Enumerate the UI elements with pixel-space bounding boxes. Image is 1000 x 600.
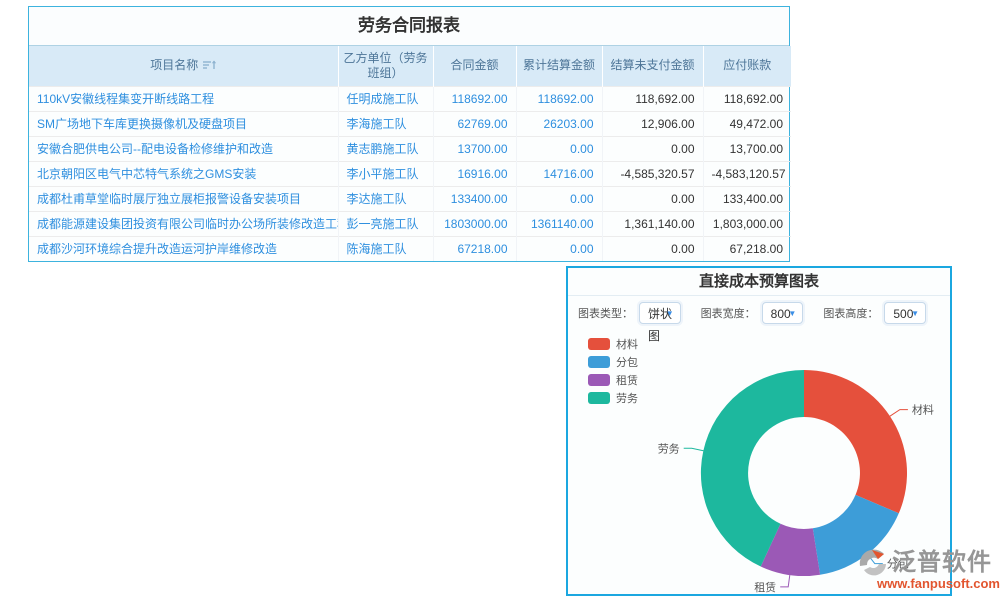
- page: 劳务合同报表 项目名称乙方单位（劳务班组）合同金额累计结算金额结算未支付金额应付…: [0, 0, 1000, 600]
- payable-amount: 49,472.00: [703, 111, 791, 136]
- unpaid-amount: 0.00: [602, 136, 703, 161]
- unpaid-amount: 0.00: [602, 236, 703, 261]
- project-name-link[interactable]: SM广场地下车库更换摄像机及硬盘项目: [29, 111, 338, 136]
- report-title: 劳务合同报表: [29, 7, 789, 46]
- contract-amount: 118692.00: [433, 86, 516, 111]
- legend-item-劳务[interactable]: 劳务: [588, 391, 638, 404]
- payable-amount: 118,692.00: [703, 86, 791, 111]
- project-name-link[interactable]: 北京朝阳区电气中芯特气系统之GMS安装: [29, 161, 338, 186]
- column-header: 项目名称: [29, 46, 338, 86]
- table-row: 北京朝阳区电气中芯特气系统之GMS安装李小平施工队16916.0014716.0…: [29, 161, 791, 186]
- watermark: 泛普软件 www.fanpusoft.com: [858, 546, 1000, 591]
- legend-label: 租赁: [616, 372, 638, 388]
- table-row: 成都沙河环境综合提升改造运河护岸维修改造陈海施工队67218.000.000.0…: [29, 236, 791, 261]
- payable-amount: 1,803,000.00: [703, 211, 791, 236]
- project-name-link[interactable]: 成都沙河环境综合提升改造运河护岸维修改造: [29, 236, 338, 261]
- payable-amount: 67,218.00: [703, 236, 791, 261]
- team-link[interactable]: 彭一亮施工队: [338, 211, 433, 236]
- pie-segment-材料[interactable]: [804, 370, 907, 513]
- sort-icon[interactable]: [203, 60, 216, 70]
- legend-item-租赁[interactable]: 租赁: [588, 373, 638, 386]
- table-row: 成都杜甫草堂临时展厅独立展柜报警设备安装项目李达施工队133400.000.00…: [29, 186, 791, 211]
- table-row: 110kV安徽线程集变开断线路工程任明成施工队118692.00118692.0…: [29, 86, 791, 111]
- control-label: 图表高度：: [823, 305, 878, 321]
- control-label: 图表类型：: [578, 305, 633, 321]
- control-label: 图表宽度：: [701, 305, 756, 321]
- legend-swatch: [588, 374, 610, 386]
- labor-contract-report-panel: 劳务合同报表 项目名称乙方单位（劳务班组）合同金额累计结算金额结算未支付金额应付…: [28, 6, 790, 262]
- label-connector: [780, 575, 790, 587]
- column-header: 结算未支付金额: [602, 46, 703, 86]
- legend-item-分包[interactable]: 分包: [588, 355, 638, 368]
- report-header-row: 项目名称乙方单位（劳务班组）合同金额累计结算金额结算未支付金额应付账款: [29, 46, 791, 86]
- chevron-down-icon: ▼: [666, 303, 674, 325]
- unpaid-amount: 118,692.00: [602, 86, 703, 111]
- settled-amount: 0.00: [516, 186, 602, 211]
- legend-label: 劳务: [616, 390, 638, 406]
- chevron-down-icon: ▼: [911, 303, 919, 325]
- column-header: 乙方单位（劳务班组）: [338, 46, 433, 86]
- chart-legend: 材料分包租赁劳务: [588, 337, 638, 409]
- unpaid-amount: 12,906.00: [602, 111, 703, 136]
- payable-amount: 133,400.00: [703, 186, 791, 211]
- contract-amount: 16916.00: [433, 161, 516, 186]
- unpaid-amount: -4,585,320.57: [602, 161, 703, 186]
- column-header: 应付账款: [703, 46, 791, 86]
- chevron-down-icon: ▼: [788, 303, 796, 325]
- unpaid-amount: 0.00: [602, 186, 703, 211]
- contract-amount: 62769.00: [433, 111, 516, 136]
- team-link[interactable]: 陈海施工队: [338, 236, 433, 261]
- watermark-name: 泛普软件: [892, 550, 992, 576]
- team-link[interactable]: 李小平施工队: [338, 161, 433, 186]
- project-name-link[interactable]: 110kV安徽线程集变开断线路工程: [29, 86, 338, 111]
- chart-height-select[interactable]: 500▼: [884, 302, 926, 324]
- segment-label: 材料: [912, 403, 934, 417]
- settled-amount: 1361140.00: [516, 211, 602, 236]
- column-header: 累计结算金额: [516, 46, 602, 86]
- legend-item-材料[interactable]: 材料: [588, 337, 638, 350]
- legend-swatch: [588, 356, 610, 368]
- team-link[interactable]: 李达施工队: [338, 186, 433, 211]
- chart-type-select[interactable]: 饼状图▼: [639, 302, 681, 324]
- report-table: 项目名称乙方单位（劳务班组）合同金额累计结算金额结算未支付金额应付账款 110k…: [29, 46, 791, 261]
- chart-controls: 图表类型： 饼状图▼ 图表宽度： 800▼ 图表高度： 500▼: [568, 296, 950, 329]
- legend-swatch: [588, 338, 610, 350]
- unpaid-amount: 1,361,140.00: [602, 211, 703, 236]
- legend-swatch: [588, 392, 610, 404]
- label-connector: [684, 448, 704, 451]
- table-row: 成都能源建设集团投资有限公司临时办公场所装修改造工程EPC彭一亮施工队18030…: [29, 211, 791, 236]
- contract-amount: 1803000.00: [433, 211, 516, 236]
- project-name-link[interactable]: 成都杜甫草堂临时展厅独立展柜报警设备安装项目: [29, 186, 338, 211]
- segment-label: 租赁: [754, 580, 776, 594]
- project-name-link[interactable]: 安徽合肥供电公司--配电设备检修维护和改造: [29, 136, 338, 161]
- settled-amount: 0.00: [516, 236, 602, 261]
- chart-width-select[interactable]: 800▼: [762, 302, 804, 324]
- settled-amount: 26203.00: [516, 111, 602, 136]
- settled-amount: 14716.00: [516, 161, 602, 186]
- contract-amount: 13700.00: [433, 136, 516, 161]
- legend-label: 分包: [616, 354, 638, 370]
- team-link[interactable]: 任明成施工队: [338, 86, 433, 111]
- team-link[interactable]: 李海施工队: [338, 111, 433, 136]
- team-link[interactable]: 黄志鹏施工队: [338, 136, 433, 161]
- label-connector: [890, 410, 908, 417]
- payable-amount: 13,700.00: [703, 136, 791, 161]
- column-header: 合同金额: [433, 46, 516, 86]
- project-name-link[interactable]: 成都能源建设集团投资有限公司临时办公场所装修改造工程EPC: [29, 211, 338, 236]
- settled-amount: 118692.00: [516, 86, 602, 111]
- table-row: SM广场地下车库更换摄像机及硬盘项目李海施工队62769.0026203.001…: [29, 111, 791, 136]
- table-row: 安徽合肥供电公司--配电设备检修维护和改造黄志鹏施工队13700.000.000…: [29, 136, 791, 161]
- chart-title: 直接成本预算图表: [568, 268, 950, 296]
- segment-label: 劳务: [658, 442, 680, 455]
- fanpu-logo-icon: [858, 546, 892, 576]
- watermark-url: www.fanpusoft.com: [858, 576, 1000, 591]
- payable-amount: -4,583,120.57: [703, 161, 791, 186]
- contract-amount: 133400.00: [433, 186, 516, 211]
- settled-amount: 0.00: [516, 136, 602, 161]
- legend-label: 材料: [616, 336, 638, 352]
- contract-amount: 67218.00: [433, 236, 516, 261]
